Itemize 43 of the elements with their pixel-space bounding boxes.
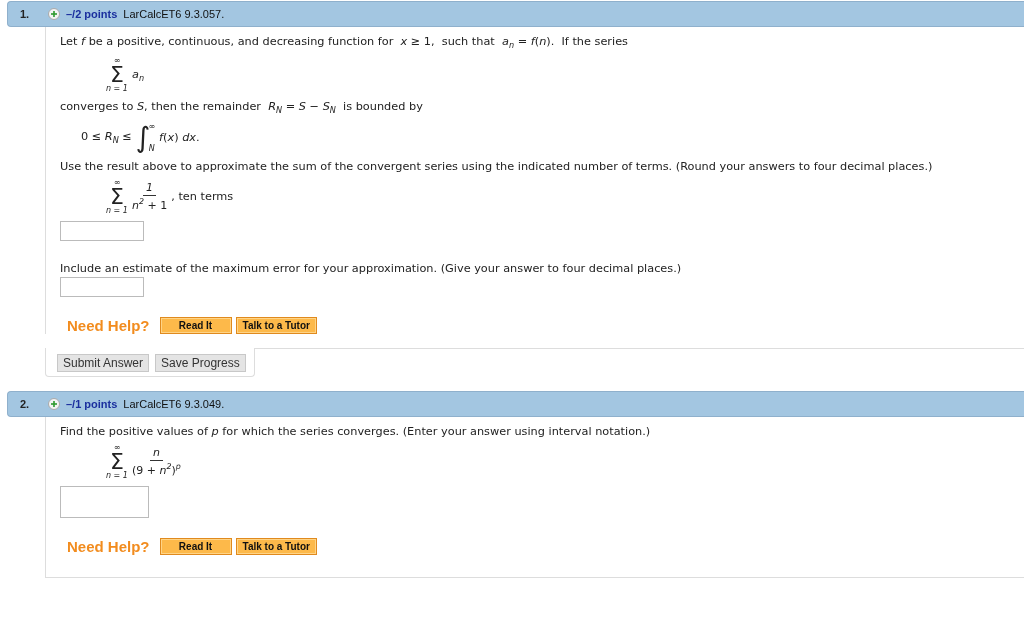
plus-icon[interactable] xyxy=(48,397,60,410)
question-text: Use the result above to approximate the sum of the convergent series using the indicated number of terms. (Round your answers to four decimal places.) xyxy=(60,159,933,173)
points-label: –/2 points xyxy=(66,8,118,20)
infinity-limit: ∞ xyxy=(113,443,121,452)
integral-lower-limit: N xyxy=(148,144,155,153)
question-text: Let f be a positive, continuous, and decreasing function for x ≥ 1, such that a$_{n}$ = f(n). If the series xyxy=(60,35,628,48)
help-button[interactable]: Read It xyxy=(159,316,232,334)
problem-source: LarCalcET6 9.3.057. xyxy=(123,8,225,20)
action-button[interactable]: Save Progress xyxy=(155,353,246,372)
integrand-text: f(x) dx. xyxy=(159,131,200,144)
series-note: , ten terms xyxy=(171,190,234,203)
fraction-denominator: n$^{2}$ + 1 xyxy=(131,196,168,212)
infinity-limit: ∞ xyxy=(113,178,121,187)
question-number: 1. xyxy=(19,8,31,20)
series-term: a$_{n}$ xyxy=(131,67,145,81)
problem-source: LarCalcET6 9.3.049. xyxy=(123,397,225,410)
need-help-label: Need Help? xyxy=(67,537,150,555)
infinity-limit: ∞ xyxy=(113,57,121,66)
fraction-numerator: 1 xyxy=(143,181,157,197)
answer-field[interactable] xyxy=(60,485,149,518)
sigma-symbol: Σ xyxy=(110,65,124,86)
fraction-denominator: (9 + n$^{2}$)$^{p}$ xyxy=(131,461,181,477)
sigma-symbol: Σ xyxy=(110,451,124,472)
inequality-text: 0 ≤ R$_{N}$ ≤ xyxy=(81,129,132,146)
plus-icon[interactable] xyxy=(48,8,60,20)
answer-field[interactable] xyxy=(60,276,144,297)
integral-upper-limit: ∞ xyxy=(148,122,156,131)
question-text: Find the positive values of p for which the series converges. (Enter your answer using interval notation.) xyxy=(60,424,651,438)
question-text: converges to S, then the remainder R$_{N}$ = S − S$_{N}$ is bounded by xyxy=(60,100,423,114)
sum-lower-limit: n = 1 xyxy=(106,471,128,480)
question-text: Include an estimate of the maximum error for your approximation. (Give your answer to four decimal places.) xyxy=(60,261,682,275)
question-number: 2. xyxy=(19,397,31,410)
sum-lower-limit: n = 1 xyxy=(106,206,128,215)
fraction-numerator: n xyxy=(149,446,163,462)
help-button[interactable]: Read It xyxy=(159,537,232,555)
sigma-symbol: Σ xyxy=(110,186,124,207)
help-button[interactable]: Talk to a Tutor xyxy=(235,537,317,555)
help-button[interactable]: Talk to a Tutor xyxy=(235,316,317,334)
sum-lower-limit: n = 1 xyxy=(106,85,128,94)
points-label: –/1 points xyxy=(66,397,118,410)
action-button[interactable]: Submit Answer xyxy=(57,353,150,372)
answer-field[interactable] xyxy=(60,220,144,241)
need-help-label: Need Help? xyxy=(67,316,150,334)
